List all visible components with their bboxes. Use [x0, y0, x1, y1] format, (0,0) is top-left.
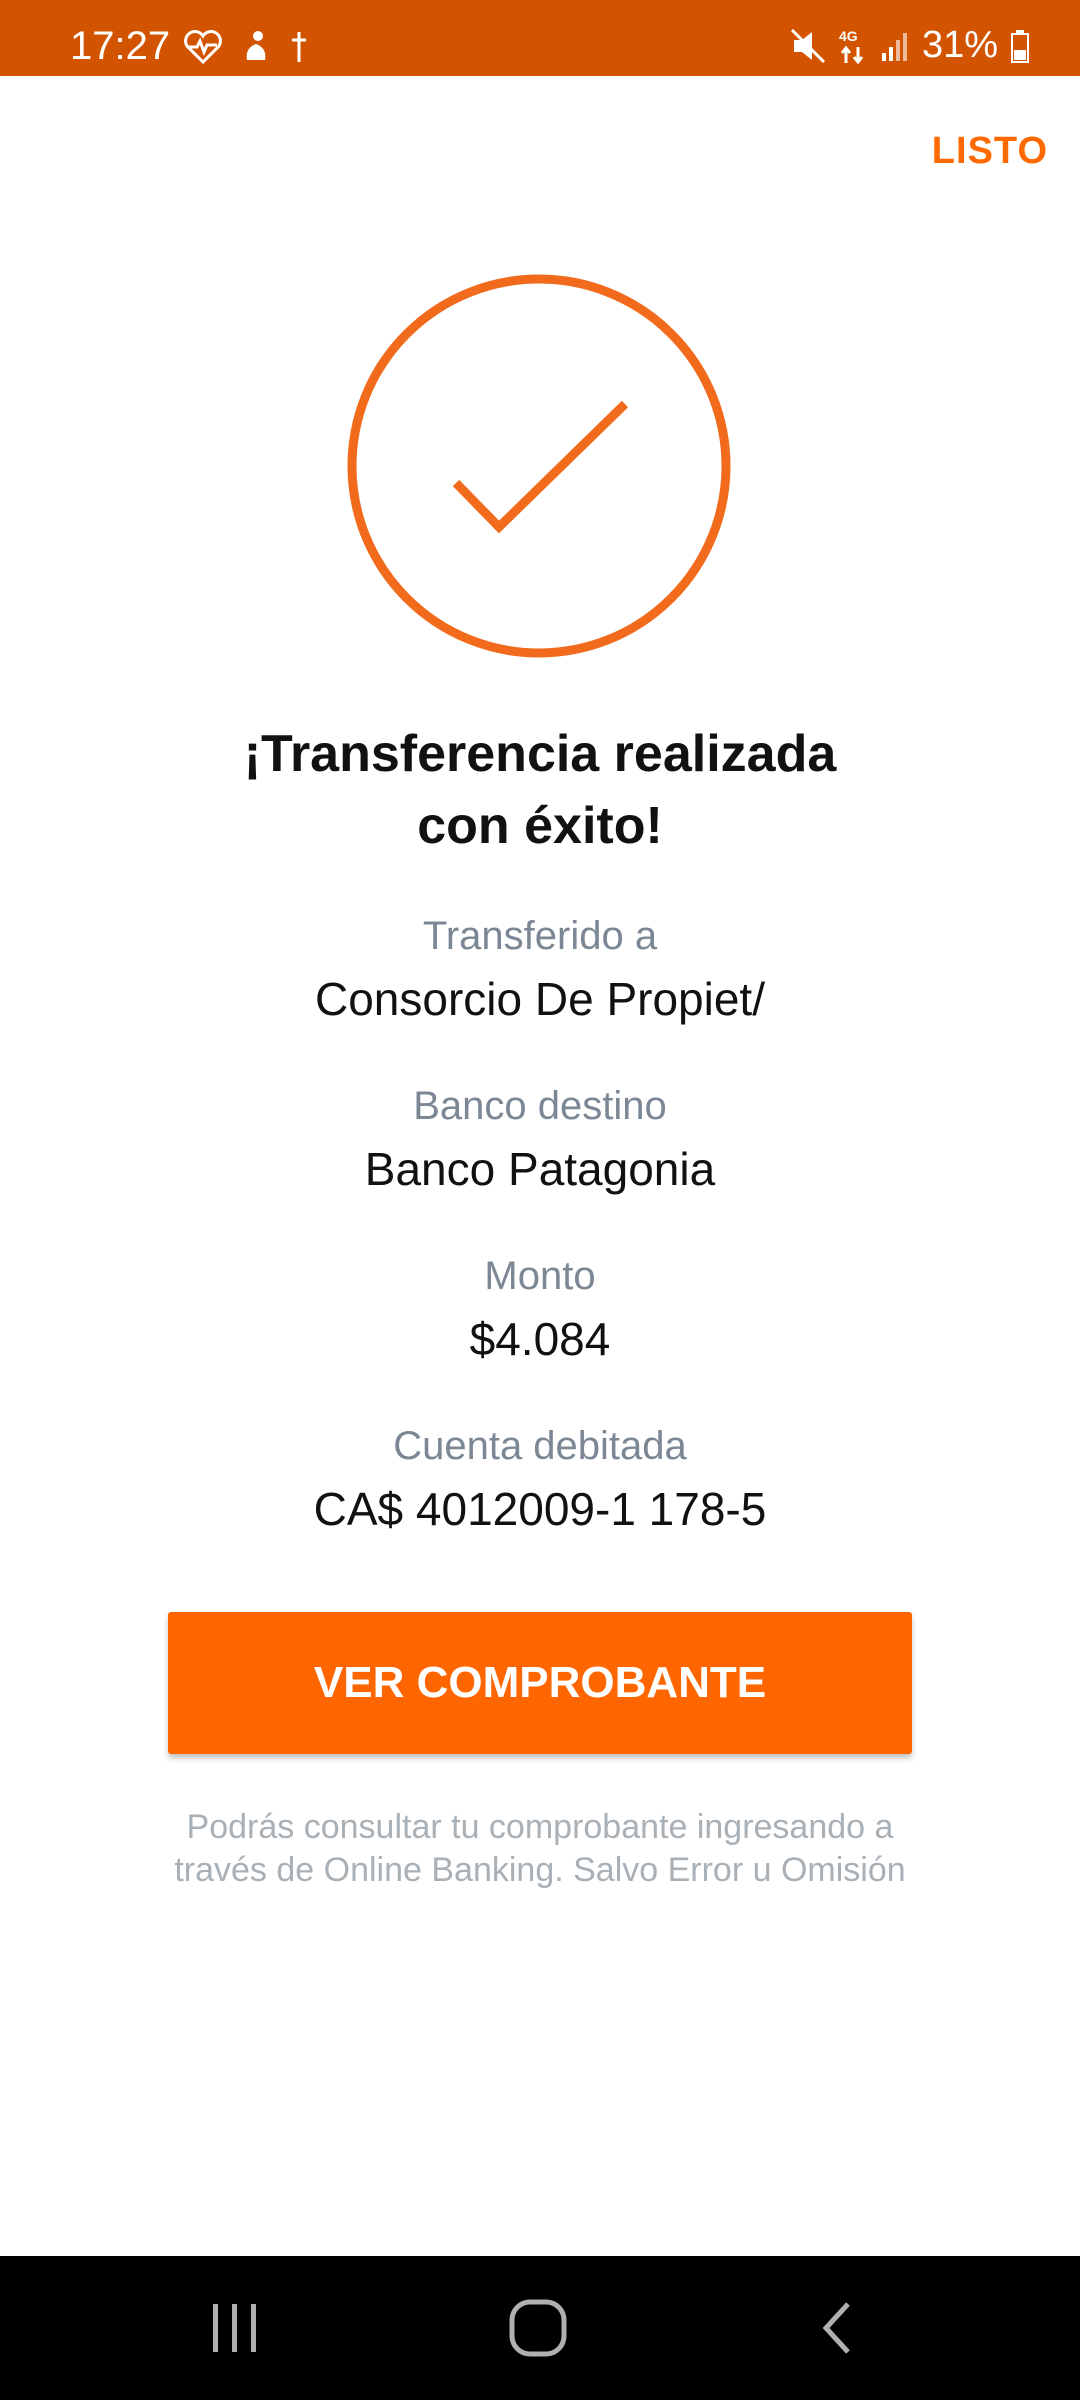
signal-icon	[881, 32, 907, 61]
recipient-value: Consorcio De Propiet/	[315, 973, 765, 1025]
footnote: Podrás consultar tu comprobante ingresan…	[130, 1806, 950, 1892]
debited-account-label: Cuenta debitada	[393, 1424, 687, 1468]
amount-value: $4.084	[469, 1313, 611, 1365]
status-time: 17:27	[70, 24, 171, 68]
mute-icon	[790, 28, 825, 63]
network-type: 4G	[839, 28, 858, 44]
title-line-1: ¡Transferencia realizada	[243, 725, 837, 783]
recipient-label: Transferido a	[422, 914, 658, 958]
navigation-bar	[0, 2256, 1080, 2400]
footnote-line-1: Podrás consultar tu comprobante ingresan…	[186, 1808, 894, 1846]
data-arrows-icon: 4G	[839, 28, 864, 64]
battery-icon	[1011, 29, 1029, 63]
status-bar: 17:27 4G 31%	[0, 0, 1080, 76]
cross-icon	[292, 32, 306, 62]
back-icon[interactable]	[818, 2296, 858, 2360]
recent-apps-icon[interactable]	[207, 2296, 263, 2360]
amount-label: Monto	[484, 1254, 596, 1298]
view-receipt-button[interactable]: VER COMPROBANTE	[168, 1612, 912, 1754]
page-title: ¡Transferencia realizada con éxito!	[0, 718, 1080, 862]
app-notification-icon	[246, 31, 266, 60]
title-line-2: con éxito!	[417, 797, 663, 855]
footnote-line-2: través de Online Banking. Salvo Error u …	[174, 1851, 906, 1889]
battery-percent: 31%	[921, 24, 998, 66]
heart-rate-icon	[184, 30, 222, 64]
home-icon[interactable]	[506, 2296, 570, 2360]
debited-account-value: CA$ 4012009-1 178-5	[313, 1483, 767, 1535]
bank-label: Banco destino	[413, 1084, 667, 1128]
check-circle-icon	[347, 274, 731, 658]
done-button[interactable]: LISTO	[932, 130, 1048, 173]
bank-value: Banco Patagonia	[364, 1143, 716, 1195]
